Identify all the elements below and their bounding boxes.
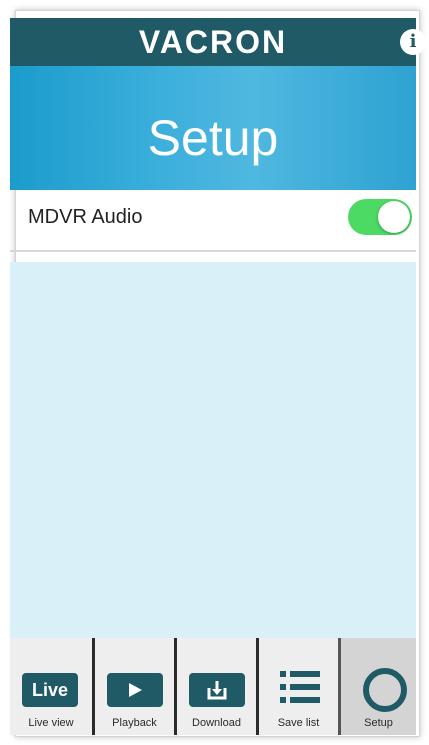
live-badge-icon: Live	[22, 673, 78, 707]
tab-live-view[interactable]: Live Live view	[10, 638, 92, 735]
toggle-knob	[378, 201, 410, 233]
mdvr-audio-label: MDVR Audio	[28, 206, 143, 228]
tab-label: Save list	[277, 717, 320, 729]
brand-logo: VACRON	[138, 24, 288, 60]
download-icon	[189, 673, 245, 707]
tab-label: Setup	[364, 717, 393, 729]
tab-label: Live view	[28, 717, 74, 729]
ring-icon	[363, 668, 407, 712]
hero-banner: Setup	[10, 66, 416, 190]
page-title: Setup	[147, 110, 279, 166]
list-icon	[280, 669, 320, 705]
content-area	[10, 262, 416, 640]
play-icon	[107, 673, 163, 707]
tab-label: Playback	[112, 717, 157, 729]
tab-save-list[interactable]: Save list	[256, 638, 338, 735]
mdvr-audio-toggle[interactable]	[348, 199, 412, 235]
app-header: VACRON i	[10, 18, 426, 66]
tab-playback[interactable]: Playback	[92, 638, 174, 735]
setting-row-mdvr-audio: MDVR Audio	[10, 190, 416, 252]
tab-label: Download	[192, 717, 241, 729]
tab-setup[interactable]: Setup	[338, 638, 416, 735]
info-icon[interactable]: i	[400, 29, 426, 55]
tab-download[interactable]: Download	[174, 638, 256, 735]
tab-bar: Live Live view Playback Download Save li…	[10, 638, 416, 735]
